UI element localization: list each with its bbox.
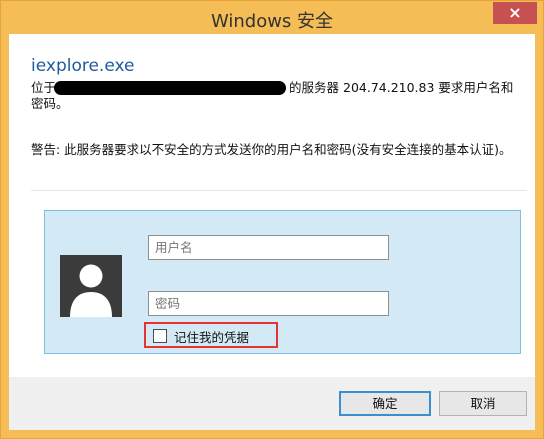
- button-bar: 确定 取消: [9, 377, 535, 430]
- message-suffix: 的服务器 204.74.210.83 要求用户名和: [289, 80, 514, 95]
- ok-button[interactable]: 确定: [339, 391, 431, 416]
- cancel-button[interactable]: 取消: [439, 391, 527, 416]
- title-bar[interactable]: Windows 安全 ×: [1, 1, 543, 34]
- user-silhouette-icon: [60, 255, 122, 317]
- app-name: iexplore.exe: [31, 56, 135, 76]
- remember-label[interactable]: 记住我的凭据: [174, 327, 249, 346]
- redaction-mark: [54, 81, 286, 95]
- user-avatar-icon: [60, 255, 122, 317]
- window-title: Windows 安全: [210, 11, 334, 32]
- warning-text: 警告: 此服务器要求以不安全的方式发送你的用户名和密码(没有安全连接的基本认证)…: [31, 142, 512, 157]
- remember-checkbox[interactable]: [153, 329, 167, 343]
- remember-credentials-highlight: 记住我的凭据: [144, 322, 278, 348]
- dialog-content: iexplore.exe 位于 的服务器 204.74.210.83 要求用户名和…: [9, 34, 535, 430]
- close-button[interactable]: ×: [493, 2, 537, 24]
- close-icon: ×: [508, 3, 522, 22]
- message-line2: 密码。: [31, 96, 69, 111]
- username-input[interactable]: [148, 235, 389, 260]
- message-prefix: 位于: [31, 80, 57, 95]
- security-dialog: Windows 安全 × iexplore.exe 位于 的服务器 204.74.…: [0, 0, 544, 439]
- divider: [31, 190, 527, 191]
- password-input[interactable]: [148, 291, 389, 316]
- credential-panel: 记住我的凭据: [44, 210, 521, 354]
